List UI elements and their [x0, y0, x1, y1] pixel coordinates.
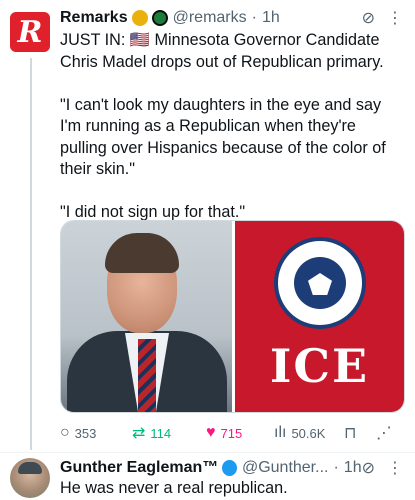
reply-author-name[interactable]: Gunther Eagleman™ — [60, 459, 218, 477]
candidate-photo[interactable] — [61, 221, 232, 412]
bookmark-icon: ⊓ — [344, 425, 357, 442]
reply-button[interactable]: ○ 353 — [60, 424, 132, 442]
reply-header: Gunther Eagleman™ @Gunther... · 1h ⊘ ⋮ — [60, 457, 403, 479]
avatar[interactable]: R — [10, 12, 50, 52]
repost-button[interactable]: ⇄ 114 — [132, 423, 206, 443]
views-button[interactable]: ılı 50.6K — [274, 424, 344, 442]
avatar-letter: R — [17, 14, 43, 50]
share-icon: ⋰ — [376, 425, 392, 442]
separator-dot: · — [251, 9, 257, 26]
like-icon: ♥ — [206, 424, 216, 441]
author-name[interactable]: Remarks — [60, 9, 128, 27]
grok-icon[interactable]: ⊘ — [362, 458, 375, 478]
post-paragraph: "I can't look my daughters in the eye an… — [60, 95, 386, 179]
repost-count: 114 — [150, 425, 172, 441]
affiliate-badge-icon — [151, 10, 168, 26]
post-text: JUST IN: 🇺🇸 Minnesota Governor Candidate… — [60, 30, 405, 224]
separator-dot: · — [333, 459, 339, 476]
repost-icon: ⇄ — [132, 425, 146, 442]
post-time[interactable]: 1h — [262, 9, 280, 27]
post-paragraph: JUST IN: 🇺🇸 Minnesota Governor Candidate… — [60, 31, 384, 71]
dhs-seal — [274, 237, 366, 329]
post-header: Remarks @remarks · 1h ⊘ ⋮ — [60, 7, 403, 29]
like-button[interactable]: ♥ 715 — [206, 424, 274, 442]
more-options-icon[interactable]: ⋮ — [387, 8, 403, 28]
divider — [0, 452, 415, 453]
post-media[interactable]: ICE — [60, 220, 405, 413]
reply-text: He was never a real republican. — [60, 479, 288, 497]
thread-connector — [30, 58, 32, 450]
reply-handle[interactable]: @Gunther... — [242, 459, 329, 477]
more-options-icon[interactable]: ⋮ — [387, 458, 403, 478]
verified-blue-badge-icon — [222, 460, 237, 476]
verified-gold-badge-icon — [131, 10, 148, 26]
eagle-icon — [294, 257, 346, 309]
ice-logo-image[interactable]: ICE — [232, 221, 404, 412]
view-count: 50.6K — [291, 425, 326, 441]
author-handle[interactable]: @remarks — [173, 9, 247, 27]
reply-time[interactable]: 1h — [344, 459, 362, 477]
reply-avatar[interactable] — [10, 458, 50, 498]
action-bar: ○ 353 ⇄ 114 ♥ 715 ılı 50.6K ⊓ ⋰ — [60, 422, 405, 444]
like-count: 715 — [220, 425, 243, 441]
share-button[interactable]: ⋰ — [376, 423, 392, 443]
views-icon: ılı — [274, 424, 287, 441]
ice-logo-text: ICE — [269, 339, 370, 393]
grok-icon[interactable]: ⊘ — [362, 8, 375, 28]
reply-icon: ○ — [60, 424, 70, 441]
reply-count: 353 — [74, 425, 97, 441]
bookmark-button[interactable]: ⊓ — [344, 423, 376, 443]
